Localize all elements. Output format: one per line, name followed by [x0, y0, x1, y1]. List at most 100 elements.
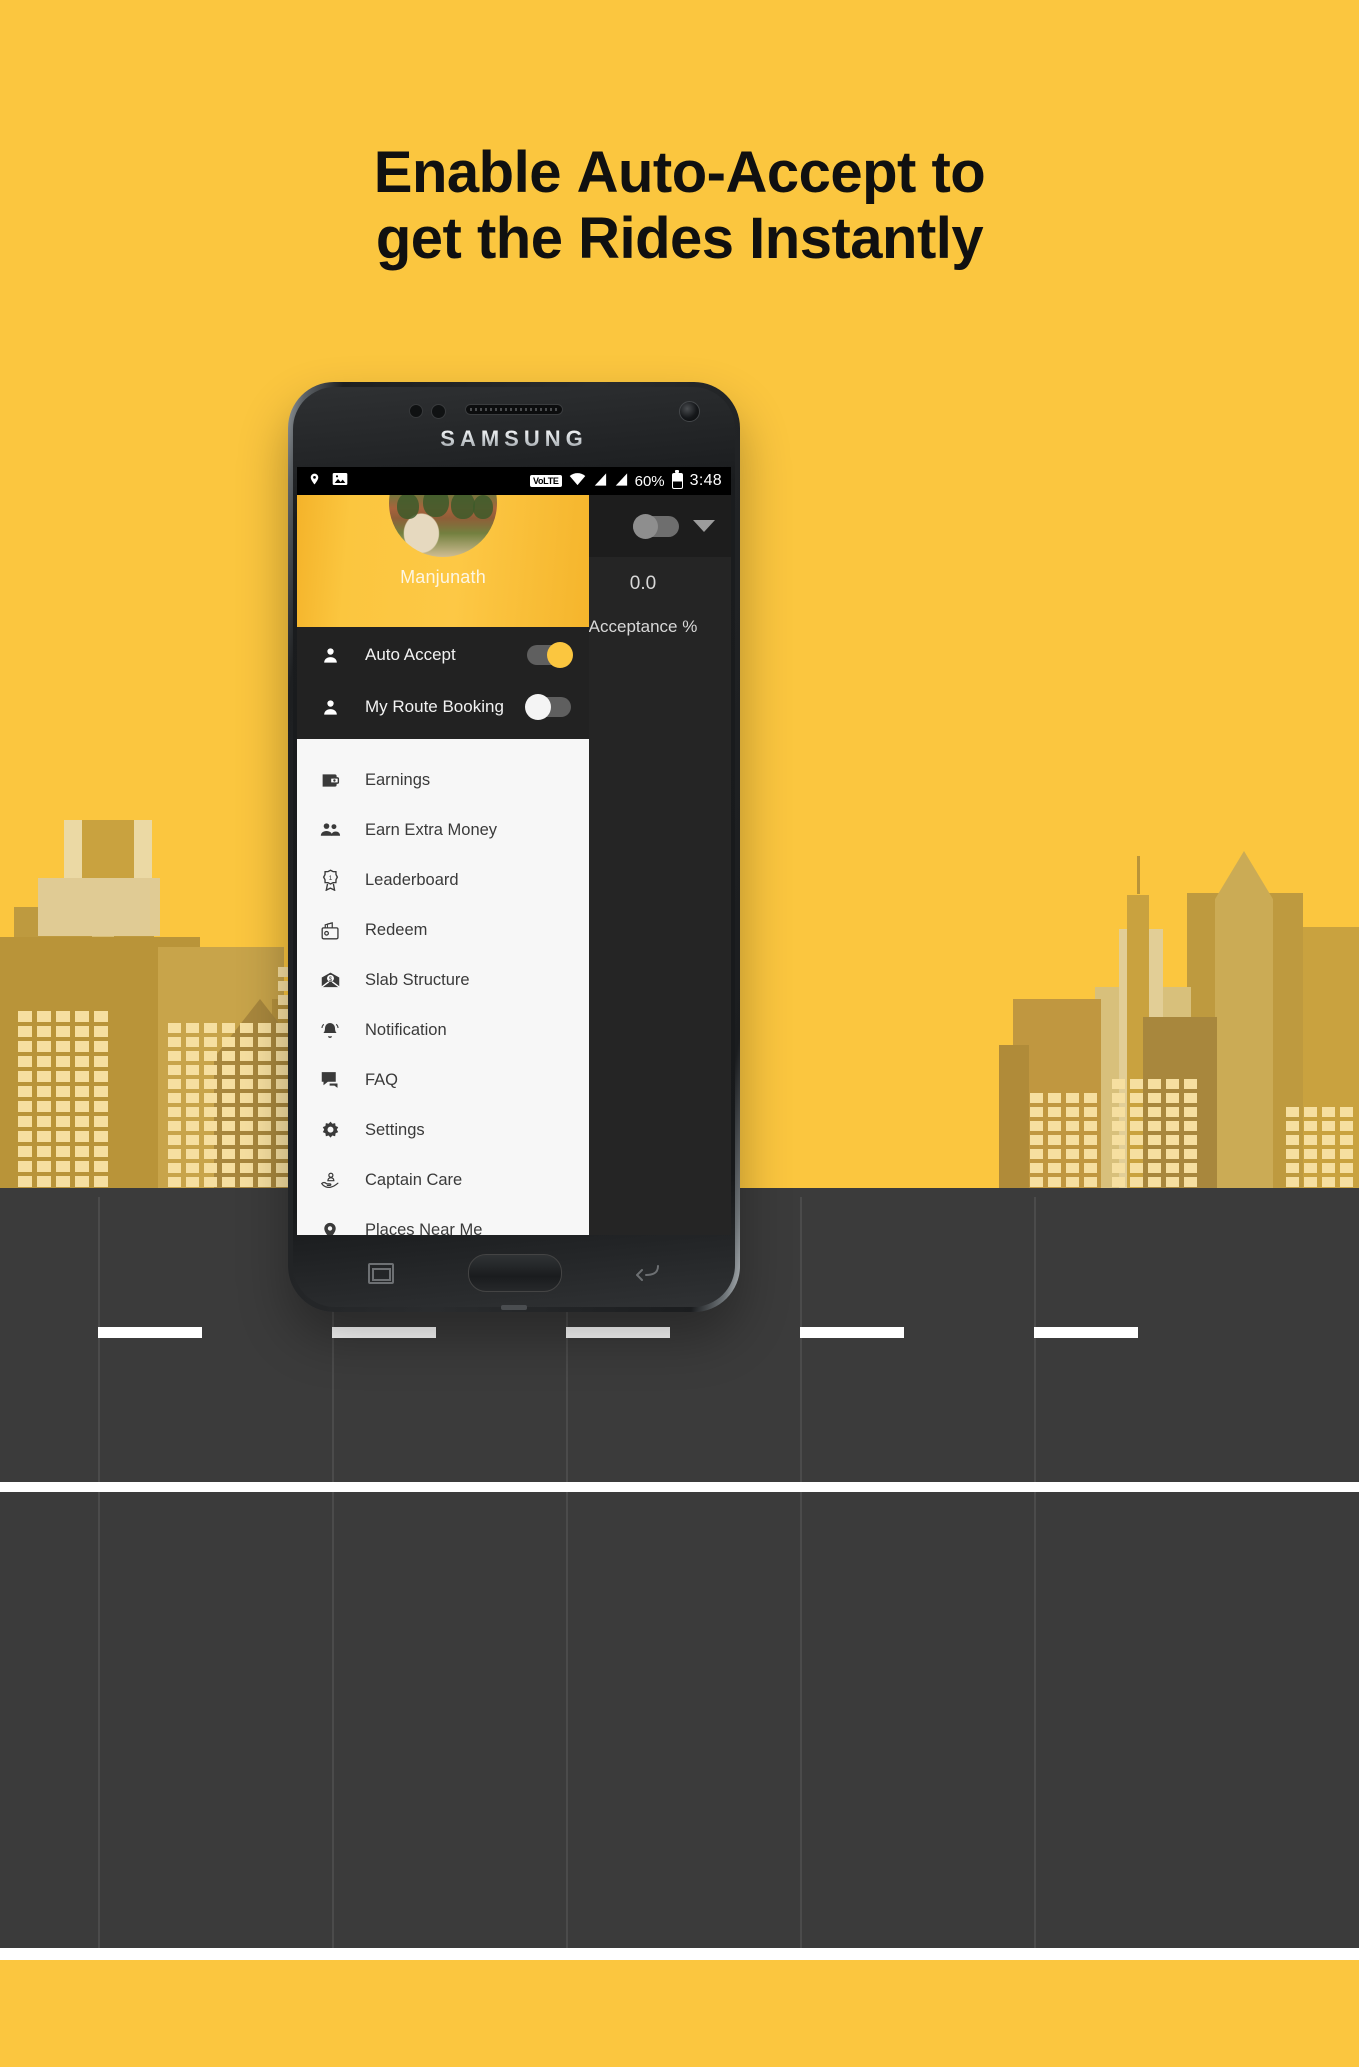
headline-line1-light: Enable [373, 140, 577, 205]
menu-item-slab-structure[interactable]: $ Slab Structure [297, 955, 589, 1005]
drawer-toggle-auto-accept[interactable]: Auto Accept [297, 629, 589, 681]
menu-item-places-near-me[interactable]: Places Near Me [297, 1205, 589, 1235]
menu-item-captain-care[interactable]: Captain Care [297, 1155, 589, 1205]
drawer-toggle-my-route-booking[interactable]: My Route Booking [297, 681, 589, 733]
image-icon [332, 472, 348, 490]
menu-item-label: Settings [365, 1120, 425, 1139]
chevron-down-icon[interactable] [693, 520, 715, 532]
road-edge-line-bottom [0, 1948, 1359, 1960]
window-grid [1030, 1093, 1097, 1187]
wallet-icon [317, 770, 343, 791]
road-divider [98, 1197, 100, 1487]
hand-care-icon [317, 1170, 343, 1191]
road-dash [332, 1327, 436, 1338]
building [999, 1045, 1029, 1195]
menu-item-label: Redeem [365, 920, 428, 939]
headline-line-2: get the Rides Instantly [0, 206, 1359, 272]
menu-item-label: Captain Care [365, 1170, 463, 1189]
menu-item-label: Leaderboard [365, 870, 459, 889]
back-icon[interactable] [635, 1263, 660, 1283]
building [82, 820, 134, 880]
avatar[interactable] [389, 495, 497, 557]
battery-icon [671, 470, 683, 489]
bell-icon [317, 1020, 343, 1041]
headline-line-1: Enable Auto-Accept to [0, 140, 1359, 206]
road-divider [800, 1492, 802, 1948]
award-badge-icon: 1 [317, 869, 343, 891]
road-divider [1034, 1197, 1036, 1487]
menu-item-label: FAQ [365, 1070, 399, 1089]
road-divider [98, 1492, 100, 1948]
wifi-icon [569, 472, 586, 490]
headline-line1-bold: Auto-Accept [576, 140, 917, 205]
status-bar: VoLTE 60% 3:48 [297, 467, 731, 495]
road-dash [566, 1327, 670, 1338]
road-edge-line-middle [0, 1482, 1359, 1492]
menu-item-leaderboard[interactable]: 1 Leaderboard [297, 855, 589, 905]
menu-item-earnings[interactable]: Earnings [297, 755, 589, 805]
auto-accept-switch[interactable] [527, 642, 573, 668]
menu-item-label: Places Near Me [365, 1220, 483, 1236]
navigation-drawer: Manjunath Auto Accept My Route Booking E… [297, 495, 589, 1235]
proximity-sensor-icon [409, 404, 423, 418]
menu-item-notification[interactable]: Notification [297, 1005, 589, 1055]
drawer-toggle-label: Auto Accept [365, 645, 456, 664]
people-icon [317, 820, 343, 841]
page-title: Enable Auto-Accept to get the Rides Inst… [0, 140, 1359, 271]
menu-item-label: Earnings [365, 770, 431, 789]
window-grid [168, 1023, 289, 1187]
building [1137, 856, 1140, 894]
front-camera-icon [679, 401, 700, 422]
road-dash [98, 1327, 202, 1338]
location-pin-icon [308, 471, 321, 491]
light-sensor-icon [431, 404, 446, 419]
menu-item-settings[interactable]: Settings [297, 1105, 589, 1155]
window-grid [1286, 1107, 1353, 1187]
user-name: Manjunath [400, 567, 486, 587]
charging-port [501, 1305, 527, 1310]
menu-item-label: Notification [365, 1020, 447, 1039]
road-divider [800, 1197, 802, 1487]
cash-wallet-icon [317, 920, 343, 941]
window-grid [1112, 1079, 1197, 1187]
envelope-dollar-icon: $ [317, 970, 343, 991]
road-divider [1034, 1492, 1036, 1948]
signal-bars-icon [593, 472, 607, 490]
duty-status-toggle[interactable] [633, 513, 679, 539]
battery-percent-label: 60% [634, 472, 665, 490]
headline-line1-tail: to [915, 140, 986, 205]
phone-mockup: SAMSUNG VoLTE 60% 3:48 0.0 Acceptance % … [288, 382, 740, 1312]
menu-item-label: Slab Structure [365, 970, 470, 989]
menu-item-label: Earn Extra Money [365, 820, 498, 839]
road-divider [566, 1492, 568, 1948]
road-divider [332, 1492, 334, 1948]
phone-brand-logo: SAMSUNG [288, 426, 740, 452]
recents-icon[interactable] [368, 1262, 394, 1284]
home-button[interactable] [468, 1254, 562, 1292]
road-dash [800, 1327, 904, 1338]
menu-item-faq[interactable]: FAQ [297, 1055, 589, 1105]
chat-bubble-icon [317, 1070, 343, 1090]
hardware-nav-bar [297, 1244, 731, 1302]
headline-line2-light: get the [375, 205, 579, 271]
window-grid [18, 1011, 108, 1187]
location-pin-icon [317, 1220, 343, 1235]
phone-screen: VoLTE 60% 3:48 0.0 Acceptance % Manjunat… [297, 467, 731, 1235]
signal-bars-icon [614, 472, 628, 490]
building [38, 878, 160, 936]
road-dash [1034, 1327, 1138, 1338]
person-icon [317, 698, 343, 717]
svg-text:1: 1 [328, 875, 332, 882]
menu-item-earn-extra-money[interactable]: Earn Extra Money [297, 805, 589, 855]
drawer-header: Manjunath [297, 495, 589, 627]
building [1215, 851, 1273, 1195]
earpiece-speaker [465, 404, 563, 415]
road-lower [0, 1492, 1359, 1957]
clock-label: 3:48 [689, 472, 722, 489]
volte-badge: VoLTE [529, 475, 562, 487]
drawer-toggle-section: Auto Accept My Route Booking [297, 627, 589, 739]
my-route-booking-switch[interactable] [525, 694, 571, 720]
menu-item-redeem[interactable]: Redeem [297, 905, 589, 955]
drawer-menu-list: Earnings Earn Extra Money 1 Leaderboard [297, 739, 589, 1235]
headline-line2-bold: Rides Instantly [578, 205, 984, 271]
